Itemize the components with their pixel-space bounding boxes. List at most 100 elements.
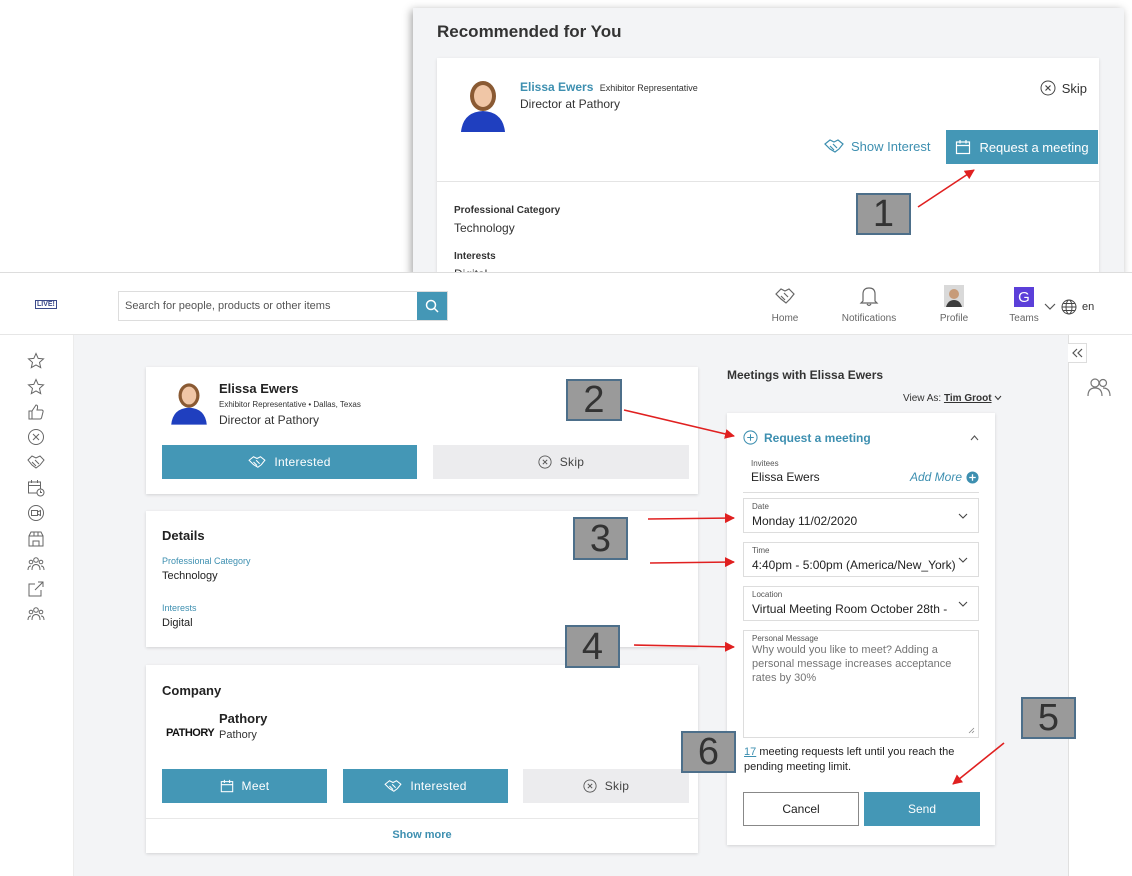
callout-6: 6 <box>681 731 736 773</box>
message-label: Personal Message <box>752 634 819 643</box>
external-link-icon[interactable] <box>26 579 46 599</box>
globe-icon <box>1061 299 1077 315</box>
meetings-title: Meetings with Elissa Ewers <box>727 368 884 382</box>
recommended-role: Exhibitor Representative <box>599 83 698 93</box>
cancel-button[interactable]: Cancel <box>743 792 859 826</box>
divider <box>146 818 698 819</box>
add-more-button[interactable]: Add More <box>910 470 979 484</box>
language-selector[interactable]: en <box>1044 299 1094 315</box>
collapse-button[interactable] <box>1067 343 1087 363</box>
nav-profile-label: Profile <box>939 313 969 324</box>
requests-left-count[interactable]: 17 <box>744 746 756 758</box>
show-interest-label: Show Interest <box>851 138 931 154</box>
divider <box>437 181 1099 182</box>
video-icon[interactable] <box>26 503 46 523</box>
meet-button[interactable]: Meet <box>162 769 327 803</box>
divider <box>743 492 979 493</box>
bell-icon <box>859 287 879 307</box>
avatar[interactable] <box>168 379 210 425</box>
star-outline-icon[interactable] <box>26 377 46 397</box>
people-icon[interactable] <box>26 604 46 624</box>
view-as-user: Tim Groot <box>943 393 992 404</box>
time-value: 4:40pm - 5:00pm (America/New_York) <box>752 558 956 572</box>
people-icon <box>1087 378 1111 397</box>
search-button[interactable] <box>417 292 447 320</box>
chevron-up-icon[interactable] <box>970 435 979 441</box>
nav-home[interactable]: Home <box>750 281 820 324</box>
personal-message-box: Personal Message <box>743 630 979 738</box>
company-skip-label: Skip <box>604 779 630 793</box>
handshake-icon[interactable] <box>26 452 46 472</box>
view-as-selector[interactable]: View As: Tim Groot <box>903 393 1002 404</box>
prof-category-label: Professional Category <box>162 556 251 566</box>
send-label: Send <box>907 802 937 816</box>
requests-left-text: meeting requests left until you reach th… <box>744 746 955 773</box>
nav-profile[interactable]: Profile <box>919 281 989 324</box>
skip-button[interactable]: Skip <box>433 445 689 479</box>
show-more-link[interactable]: Show more <box>146 829 698 841</box>
callout-1: 1 <box>856 193 911 235</box>
company-card: Company PATHORY Pathory Pathory Meet Int… <box>146 665 698 853</box>
interested-label: Interested <box>274 455 331 469</box>
prof-category-value: Technology <box>162 570 218 582</box>
recommended-name[interactable]: Elissa Ewers <box>520 80 593 94</box>
invitees-label: Invitees <box>751 459 779 468</box>
handshake-icon <box>384 780 402 792</box>
recommended-name-line: Elissa Ewers Exhibitor Representative <box>520 80 698 94</box>
skip-button[interactable]: Skip <box>1040 80 1087 96</box>
recommended-title: Recommended for You <box>437 22 622 41</box>
time-label: Time <box>752 546 770 555</box>
app-window: LIVE! Home Notifications Profile G Teams… <box>0 272 1132 876</box>
meet-label: Meet <box>241 779 270 793</box>
interested-button[interactable]: Interested <box>162 445 417 479</box>
company-logo[interactable]: PATHORY <box>166 727 215 739</box>
calendar-icon <box>220 779 233 793</box>
company-skip-button[interactable]: Skip <box>523 769 689 803</box>
date-label: Date <box>752 502 769 511</box>
nav-notifications[interactable]: Notifications <box>834 281 904 324</box>
search-input[interactable] <box>119 292 417 320</box>
request-meeting-header-label: Request a meeting <box>764 430 871 445</box>
double-chevron-left-icon <box>1072 348 1083 358</box>
request-meeting-header[interactable]: Request a meeting <box>743 430 871 445</box>
date-select[interactable]: Date Monday 11/02/2020 <box>743 498 979 533</box>
invitees-value[interactable]: Elissa Ewers <box>751 470 820 484</box>
company-name[interactable]: Pathory <box>219 711 267 726</box>
group-icon[interactable] <box>26 554 46 574</box>
location-label: Location <box>752 590 783 599</box>
chevron-down-icon <box>994 395 1002 401</box>
callout-4: 4 <box>565 625 620 668</box>
calendar-clock-icon[interactable] <box>26 478 46 498</box>
star-icon[interactable] <box>26 351 46 371</box>
callout-5: 5 <box>1021 697 1076 739</box>
company-interested-button[interactable]: Interested <box>343 769 508 803</box>
interests-label: Interests <box>162 603 197 613</box>
resize-handle-icon[interactable] <box>968 727 975 734</box>
thumbs-up-icon[interactable] <box>26 402 46 422</box>
top-navbar: LIVE! Home Notifications Profile G Teams… <box>0 273 1132 335</box>
send-button[interactable]: Send <box>864 792 980 826</box>
add-more-label: Add More <box>910 470 963 484</box>
personal-message-textarea[interactable] <box>744 643 978 737</box>
prof-category-label: Professional Category <box>454 205 561 216</box>
close-circle-icon[interactable] <box>26 427 46 447</box>
date-value: Monday 11/02/2020 <box>752 514 858 528</box>
attendees-button[interactable] <box>1087 377 1111 402</box>
close-circle-icon <box>583 779 597 793</box>
handshake-icon <box>248 456 266 468</box>
profile-name: Elissa Ewers <box>219 381 299 396</box>
recommended-subtitle: Director at Pathory <box>520 97 621 111</box>
location-select[interactable]: Location Virtual Meeting Room October 28… <box>743 586 979 621</box>
nav-notifications-label: Notifications <box>841 313 897 324</box>
teams-badge: G <box>1014 287 1034 307</box>
booth-icon[interactable] <box>26 529 46 549</box>
request-meeting-button[interactable]: Request a meeting <box>946 130 1098 164</box>
chevron-down-icon <box>958 513 968 519</box>
time-select[interactable]: Time 4:40pm - 5:00pm (America/New_York) <box>743 542 979 577</box>
show-interest-button[interactable]: Show Interest <box>824 138 931 154</box>
skip-label: Skip <box>1061 80 1087 96</box>
avatar[interactable] <box>457 76 509 132</box>
app-logo[interactable]: LIVE! <box>35 300 57 309</box>
skip-label: Skip <box>559 455 585 469</box>
right-sidebar <box>1067 335 1132 876</box>
